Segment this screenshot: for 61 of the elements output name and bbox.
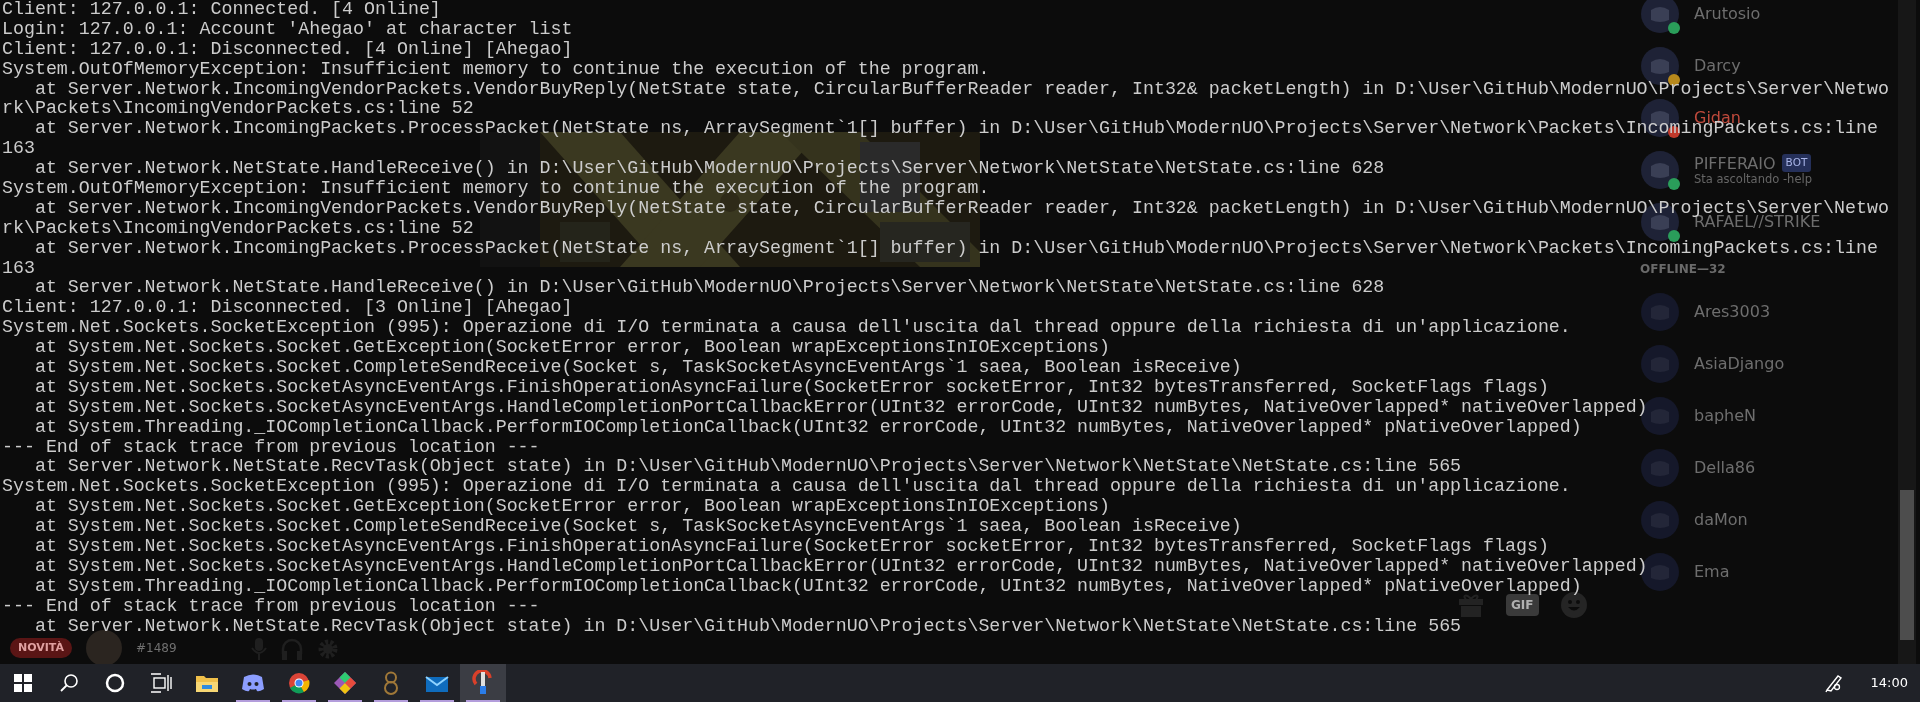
console-line: at System.Net.Sockets.Socket.GetException(SocketError error, Boolean wrapExceptionsInIOExceptions) bbox=[33, 338, 1111, 358]
avatar-icon bbox=[1640, 448, 1680, 488]
clock[interactable]: 14:00 bbox=[1856, 664, 1920, 702]
member-activity: Sta ascoltando -help bbox=[1694, 172, 1812, 187]
console-line: rk\Packets\IncomingVendorPackets.cs:line 52 bbox=[2, 99, 474, 120]
diamond-icon bbox=[333, 671, 357, 695]
console-line: --- End of stack trace from previous location --- bbox=[2, 437, 540, 458]
member-name[interactable]: Ares3003 bbox=[1694, 302, 1771, 322]
gif-button[interactable]: GIF bbox=[1506, 594, 1539, 616]
console-line: at Server.Network.IncomingVendorPackets.VendorBuyReply(NetState state, CircularBufferReader reader, Int32& packetLength) in D:\User\GitHub\ModernUO\Projects\Server\Netwo bbox=[33, 198, 1889, 218]
console-line: System.Net.Sockets.SocketException (995): Operazione di I/O terminata a causa dell'uscita dal thread oppure della richiesta di un'applicazione. bbox=[2, 318, 1571, 339]
console-line: Client: 127.0.0.1: Disconnected. [3 Online] [Ahegao] bbox=[2, 298, 573, 319]
member-name[interactable]: Della86 bbox=[1694, 458, 1756, 478]
console-line: at Server.Network.IncomingVendorPackets.VendorBuyReply(NetState state, CircularBufferReader reader, Int32& packetLength) in D:\User\GitHub\ModernUO\Projects\Server\Netwo bbox=[33, 79, 1889, 100]
member-name[interactable]: AsiaDjango bbox=[1694, 354, 1785, 374]
console-line: --- End of stack trace from previous location --- bbox=[2, 596, 540, 617]
member-name[interactable]: bapheN bbox=[1694, 406, 1757, 426]
console-line: Client: 127.0.0.1: Disconnected. [4 Online] [Ahegao] bbox=[2, 39, 573, 60]
avatar-icon bbox=[1640, 292, 1680, 332]
console-line: at System.Net.Sockets.Socket.CompleteSendReceive(Socket s, TaskSocketAsyncEventArgs`1 saea, Boolean isReceive) bbox=[33, 517, 1242, 538]
console-line: at Server.Network.NetState.RecvTask(Object state) in D:\User\GitHub\ModernUO\Projects\Server\Network\NetState\NetState.cs:line 565 bbox=[33, 457, 1462, 478]
console-line: at System.Net.Sockets.SocketAsyncEventArgs.HandleCompletionPortCallbackError(UInt32 errorCode, UInt32 numBytes, NativeOverlapped* nativeOverlapped) bbox=[33, 397, 1648, 418]
console-line: 163 bbox=[2, 258, 35, 279]
console-line: rk\Packets\IncomingVendorPackets.cs:line 52 bbox=[2, 218, 474, 239]
console-line: System.OutOfMemoryException: Insufficient memory to continue the execution of the program. bbox=[2, 59, 990, 80]
member-name[interactable]: Arutosio bbox=[1694, 4, 1761, 24]
discord-icon bbox=[241, 673, 265, 693]
taskbar-app-button[interactable] bbox=[460, 664, 506, 702]
console-line: System.OutOfMemoryException: Insufficient memory to continue the execution of the program. bbox=[2, 179, 990, 199]
bot-tag: BOT bbox=[1781, 154, 1812, 172]
avatar-icon bbox=[1640, 150, 1680, 190]
user-tag: #1489 bbox=[136, 639, 177, 657]
avatar-icon bbox=[1640, 344, 1680, 384]
console-line: at System.Net.Sockets.SocketAsyncEventArgs.HandleCompletionPortCallbackError(UInt32 errorCode, UInt32 numBytes, NativeOverlapped* nativeOverlapped) bbox=[33, 556, 1648, 577]
console-line: at System.Threading._IOCompletionCallback.PerformIOCompletionCallback(UInt32 errorCode, UInt32 numBytes, NativeOverlapped* pNativeOverlapped) bbox=[33, 576, 1582, 597]
news-badge: NOVITÀ bbox=[10, 637, 73, 659]
console-line: 163 bbox=[2, 139, 35, 160]
console-line: at Server.Network.IncomingPackets.ProcessPacket(NetState ns, ArraySegment`1[] buffer) in D:\User\GitHub\ModernUO\Projects\Server\Network\Packets\IncomingPackets.cs:line bbox=[33, 238, 1878, 259]
avatar-icon bbox=[1640, 0, 1680, 34]
member-name[interactable]: Ema bbox=[1694, 562, 1730, 582]
console-line: at System.Threading._IOCompletionCallback.PerformIOCompletionCallback(UInt32 errorCode, UInt32 numBytes, NativeOverlapped* pNativeOverlapped) bbox=[33, 417, 1582, 438]
avatar-icon bbox=[1640, 500, 1680, 540]
member-name[interactable]: Darcy bbox=[1694, 56, 1741, 76]
console-line: Login: 127.0.0.1: Account 'Ahegao' at character list bbox=[2, 19, 573, 40]
folder-icon bbox=[195, 673, 219, 693]
console-line: at Server.Network.NetState.HandleReceive() in D:\User\GitHub\ModernUO\Projects\Server\Network\NetState\NetState.cs:line 628 bbox=[33, 159, 1385, 179]
console-line: at Server.Network.NetState.HandleReceive() in D:\User\GitHub\ModernUO\Projects\Server\Network\NetState\NetState.cs:line 628 bbox=[33, 278, 1385, 299]
console-line: at System.Net.Sockets.SocketAsyncEventArgs.FinishOperationAsyncFailure(SocketError socketError, Int32 bytesTransferred, SocketFlags flags) bbox=[33, 537, 1549, 557]
chrome-icon bbox=[288, 672, 310, 694]
console-line: System.Net.Sockets.SocketException (995): Operazione di I/O terminata a causa dell'uscita dal thread oppure della richiesta di un'applicazione. bbox=[2, 477, 1571, 498]
screwdriver-icon bbox=[472, 670, 494, 696]
scrollbar[interactable] bbox=[1898, 0, 1916, 664]
mail-icon bbox=[425, 673, 449, 693]
member-name[interactable]: PIFFERAIO bbox=[1694, 153, 1776, 173]
figure-eight-icon bbox=[383, 671, 399, 695]
console-line: Client: 127.0.0.1: Connected. [4 Online] bbox=[2, 0, 441, 20]
member-name[interactable]: daMon bbox=[1694, 510, 1748, 530]
console-line: at System.Net.Sockets.SocketAsyncEventArgs.FinishOperationAsyncFailure(SocketError socketError, Int32 bytesTransferred, SocketFlags flags) bbox=[33, 377, 1549, 398]
console-line: at Server.Network.NetState.RecvTask(Object state) in D:\User\GitHub\ModernUO\Projects\Server\Network\NetState\NetState.cs:line 565 bbox=[33, 616, 1462, 637]
console-line: at System.Net.Sockets.Socket.CompleteSendReceive(Socket s, TaskSocketAsyncEventArgs`1 saea, Boolean isReceive) bbox=[33, 358, 1242, 378]
console-line: at System.Net.Sockets.Socket.GetException(SocketError error, Boolean wrapExceptionsInIOExceptions) bbox=[33, 497, 1111, 517]
